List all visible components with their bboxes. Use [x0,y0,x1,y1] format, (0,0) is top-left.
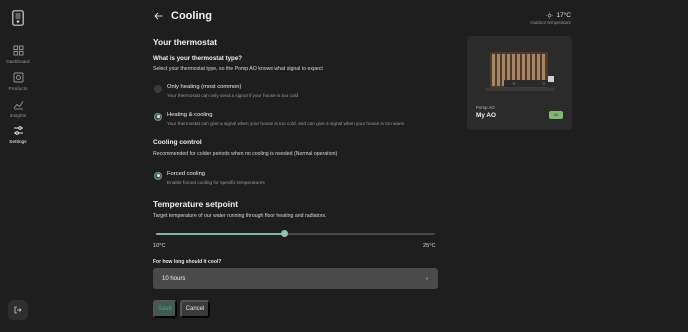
slider-max-label: 25°C [423,243,436,249]
outdoor-temperature-label: Outdoor temperature [530,20,571,25]
cooling-control-subtitle: Recommended for colder periods when no c… [153,151,338,157]
device-subtitle: Pomp AO [476,105,495,110]
sidebar-item-label: Insights [9,113,27,118]
device-name: My AO [476,112,497,119]
sun-icon [546,12,554,19]
logout-button[interactable] [8,300,28,320]
cancel-button[interactable]: Cancel [180,300,210,318]
radio-label: Heating & cooling [167,112,213,118]
radio-button[interactable] [154,171,162,180]
sidebar-item-products[interactable]: Products [0,72,36,91]
slider-fill [156,233,285,235]
chart-icon [13,101,23,110]
chevron-down-icon: ▼ [425,276,429,281]
sidebar-item-label: Dashboard [6,59,30,64]
device-card[interactable]: Pomp AO My AO On [467,36,572,130]
outdoor-temperature: 17°C [556,12,571,19]
radio-description: Your thermostat can give a signal when y… [167,121,405,126]
duration-value: 10 hours [162,275,186,282]
setpoint-subtitle: Target temperature of our water running … [153,213,327,219]
thermostat-option-heating-cooling[interactable]: Heating & cooling Your thermostat can gi… [154,112,404,126]
thermostat-subtitle: Select your thermostat type, so the Pomp… [153,66,323,72]
radio-button[interactable] [154,112,162,121]
duration-label: For how long should it cool? [153,259,222,265]
duration-select[interactable]: 10 hours ▼ [153,268,438,289]
thermostat-section-title: Your thermostat [153,37,218,47]
arrow-left-icon [153,12,162,20]
slider-min-label: 10°C [153,243,166,249]
save-button[interactable]: Save [153,300,177,318]
page-title: Cooling [171,10,212,22]
grid-icon [13,45,23,56]
sliders-icon [13,126,23,135]
radio-label: Only heating (most common) [167,84,242,90]
status-badge: On [549,111,563,119]
sidebar-item-dashboard[interactable]: Dashboard [0,45,36,64]
radio-description: Your thermostat can only send a signal i… [167,93,299,98]
page-header: Cooling [153,10,212,22]
radio-description: Enable forced cooling for specific tempe… [167,180,265,185]
product-icon [13,72,23,83]
radio-label: Forced cooling [167,171,206,177]
back-button[interactable] [153,11,163,21]
sidebar-item-settings[interactable]: Settings [0,125,36,144]
radio-button[interactable] [154,84,162,93]
heat-pump-image [486,52,556,91]
temperature-slider[interactable] [156,230,435,237]
thermostat-option-heating-only[interactable]: Only heating (most common) Your thermost… [154,84,298,98]
logo-icon[interactable] [12,10,24,26]
sidebar-item-label: Settings [9,139,27,144]
slider-thumb[interactable] [280,230,288,237]
sidebar: Dashboard Products Insights Settings [0,0,36,332]
setpoint-section-title: Temperature setpoint [153,199,239,209]
cooling-control-title: Cooling control [153,139,202,146]
logout-icon [14,306,22,314]
sidebar-item-insights[interactable]: Insights [0,99,36,118]
weather-widget: 17°C Outdoor temperature [530,12,571,25]
sidebar-item-label: Products [8,86,28,91]
thermostat-question: What is your thermostat type? [153,55,243,62]
forced-cooling-option[interactable]: Forced cooling Enable forced cooling for… [154,171,265,185]
